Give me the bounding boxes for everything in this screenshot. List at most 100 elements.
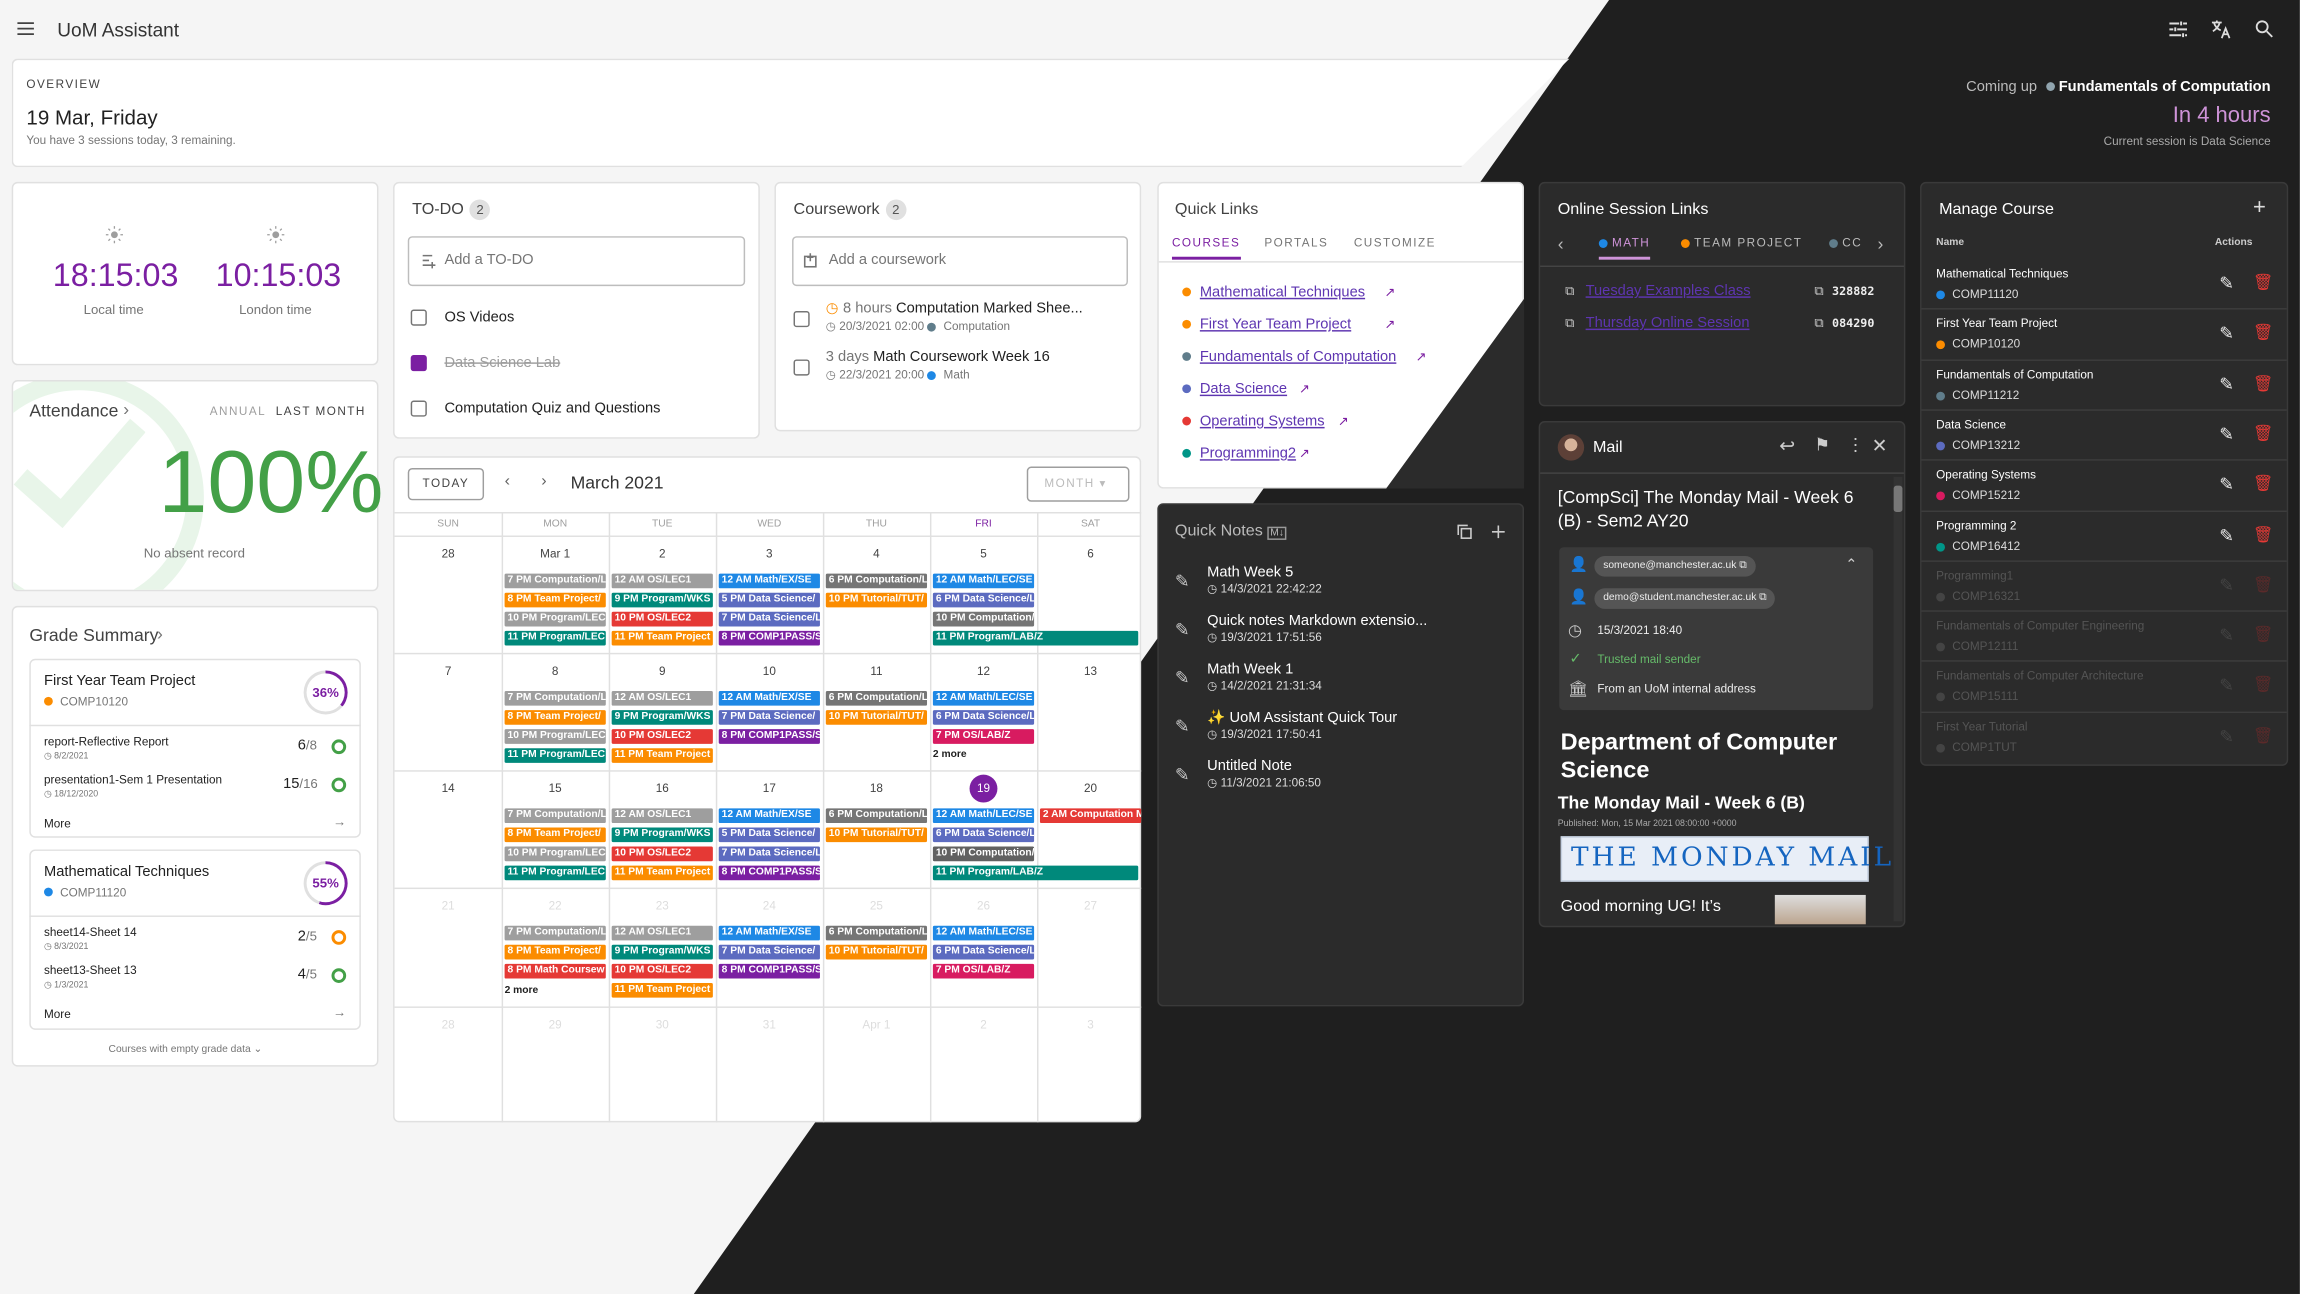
- search-icon[interactable]: [2253, 18, 2275, 40]
- note-title[interactable]: Quick notes Markdown extensio...: [1207, 613, 1427, 629]
- mail-to[interactable]: demo@student.manchester.ac.uk ⧉: [1594, 588, 1776, 609]
- calendar-event[interactable]: 6 PM Computation/L: [825, 691, 928, 706]
- calendar-event[interactable]: 8 PM COMP1PASS/S: [718, 630, 820, 646]
- calendar-event[interactable]: 11 PM Team Project: [611, 982, 713, 998]
- quick-links-tab[interactable]: CUSTOMIZE: [1354, 236, 1436, 257]
- calendar-event[interactable]: 12 AM OS/LEC1: [611, 573, 713, 589]
- add-note-icon[interactable]: [1489, 522, 1508, 541]
- calendar-date[interactable]: 29: [502, 1018, 609, 1031]
- calendar-event[interactable]: 8 PM Team Project/: [504, 592, 606, 608]
- grade-chevron-icon[interactable]: ›: [157, 624, 163, 645]
- calendar-event[interactable]: 7 PM Data Science/: [718, 710, 820, 725]
- delete-icon[interactable]: 🗑: [2253, 424, 2273, 443]
- coursework-checkbox[interactable]: [793, 311, 810, 328]
- online-next-icon[interactable]: ›: [1878, 233, 1884, 254]
- coursework-input[interactable]: Add a coursework: [792, 236, 1128, 287]
- calendar-date[interactable]: 13: [1037, 665, 1144, 678]
- calendar-date[interactable]: 7: [395, 665, 502, 678]
- delete-icon[interactable]: 🗑: [2253, 474, 2273, 494]
- calendar-event[interactable]: 10 PM Program/LEC: [504, 729, 606, 744]
- calendar-event[interactable]: 10 PM Computation/: [932, 611, 1035, 627]
- calendar-date[interactable]: 24: [716, 899, 823, 912]
- calendar-event[interactable]: 12 AM OS/LEC1: [611, 925, 713, 941]
- calendar-event[interactable]: 12 AM Math/LEC/SE: [932, 573, 1035, 589]
- edit-icon[interactable]: ✎: [2219, 524, 2234, 545]
- edit-icon[interactable]: ✎: [2219, 374, 2234, 395]
- edit-icon[interactable]: ✎: [2219, 625, 2234, 646]
- menu-icon[interactable]: [15, 18, 37, 40]
- view-select[interactable]: MONTH ▾: [1026, 466, 1130, 502]
- calendar-event[interactable]: 7 PM Computation/L: [504, 691, 606, 706]
- calendar-event[interactable]: 12 AM Math/LEC/SE: [932, 691, 1035, 706]
- calendar-date[interactable]: 15: [502, 782, 609, 795]
- online-link[interactable]: Thursday Online Session: [1586, 315, 1750, 331]
- calendar-date[interactable]: 30: [609, 1018, 716, 1031]
- calendar-date[interactable]: 17: [716, 782, 823, 795]
- todo-checkbox[interactable]: [410, 400, 427, 417]
- calendar-event[interactable]: 11 PM Team Project: [611, 630, 713, 646]
- mail-scrollbar[interactable]: [1893, 476, 1903, 922]
- calendar-event[interactable]: 5 PM Data Science/: [718, 827, 820, 843]
- calendar-date[interactable]: 19: [969, 774, 998, 803]
- calendar-event[interactable]: 10 PM Program/LEC: [504, 611, 606, 627]
- calendar-event[interactable]: 6 PM Data Science/L: [932, 827, 1035, 843]
- delete-icon[interactable]: 🗑: [2253, 675, 2273, 695]
- calendar-event[interactable]: 10 PM Tutorial/TUT/: [825, 944, 928, 960]
- edit-icon[interactable]: ✎: [2219, 675, 2234, 696]
- calendar-event[interactable]: 11 PM Program/LEC: [504, 865, 606, 881]
- quick-link[interactable]: Mathematical Techniques: [1200, 285, 1365, 301]
- calendar-event[interactable]: 9 PM Program/WKS: [611, 944, 713, 960]
- more-events[interactable]: 2 more: [933, 986, 967, 996]
- grade-more-link[interactable]: More: [44, 817, 71, 830]
- calendar-event[interactable]: 7 PM Computation/L: [504, 925, 606, 941]
- calendar-date[interactable]: 14: [395, 782, 502, 795]
- calendar-event[interactable]: 12 AM OS/LEC1: [611, 808, 713, 824]
- calendar-event[interactable]: 12 AM Math/EX/SE: [718, 573, 820, 589]
- mail-from[interactable]: someone@manchester.ac.uk ⧉: [1594, 556, 1756, 577]
- calendar-date[interactable]: 21: [395, 899, 502, 912]
- edit-icon[interactable]: ✎: [2219, 726, 2234, 747]
- tab-last-month[interactable]: LAST MONTH: [276, 405, 366, 418]
- calendar-event[interactable]: 11 PM Team Project: [611, 865, 713, 881]
- calendar-date[interactable]: 11: [823, 665, 930, 678]
- calendar-date[interactable]: 26: [930, 899, 1037, 912]
- edit-icon[interactable]: ✎: [2219, 424, 2234, 445]
- collapse-icon[interactable]: ⌃: [1845, 557, 1857, 573]
- delete-icon[interactable]: 🗑: [2253, 374, 2273, 393]
- tab-annual[interactable]: ANNUAL: [210, 405, 266, 418]
- calendar-event[interactable]: 12 AM Math/LEC/SE: [932, 808, 1035, 824]
- todo-input[interactable]: Add a TO-DO: [407, 236, 746, 287]
- translate-icon[interactable]: [2209, 18, 2232, 41]
- calendar-event[interactable]: 10 PM OS/LEC2: [611, 963, 713, 979]
- quick-links-tab[interactable]: COURSES: [1171, 236, 1241, 260]
- today-button[interactable]: TODAY: [407, 468, 485, 501]
- calendar-date[interactable]: 4: [823, 547, 930, 560]
- grade-course-name[interactable]: First Year Team Project: [44, 673, 195, 689]
- add-course-icon[interactable]: +: [2253, 195, 2266, 220]
- calendar-event[interactable]: 7 PM Data Science/L: [718, 846, 820, 862]
- calendar-event[interactable]: 9 PM Program/WKS: [611, 592, 713, 608]
- calendar-event[interactable]: 6 PM Data Science/L: [932, 944, 1035, 960]
- calendar-date[interactable]: 28: [395, 547, 502, 560]
- copy-icon[interactable]: ⧉: [1814, 283, 1823, 299]
- online-link[interactable]: Tuesday Examples Class: [1586, 283, 1751, 299]
- attendance-title[interactable]: Attendance: [29, 401, 118, 422]
- calendar-date[interactable]: 9: [609, 665, 716, 678]
- calendar-event[interactable]: 6 PM Data Science/L: [932, 710, 1035, 725]
- todo-checkbox[interactable]: [410, 309, 427, 326]
- more-events[interactable]: 2 more: [933, 750, 967, 760]
- calendar-event[interactable]: 12 AM Math/EX/SE: [718, 925, 820, 941]
- edit-icon[interactable]: ✎: [2219, 575, 2234, 596]
- calendar-event[interactable]: 11 PM Program/LEC: [504, 630, 606, 646]
- calendar-date[interactable]: Mar 1: [502, 547, 609, 560]
- calendar-date[interactable]: 25: [823, 899, 930, 912]
- calendar-event[interactable]: 10 PM OS/LEC2: [611, 729, 713, 744]
- calendar-date[interactable]: 10: [716, 665, 823, 678]
- calendar-date[interactable]: 3: [1037, 1018, 1144, 1031]
- calendar-event[interactable]: 10 PM Computation/: [932, 846, 1035, 862]
- note-title[interactable]: Math Week 5: [1207, 565, 1293, 581]
- quick-link[interactable]: Programming2: [1200, 446, 1296, 462]
- coursework-checkbox[interactable]: [793, 359, 810, 376]
- prev-month-icon[interactable]: ‹: [505, 472, 510, 490]
- more-events[interactable]: 2 more: [505, 986, 539, 996]
